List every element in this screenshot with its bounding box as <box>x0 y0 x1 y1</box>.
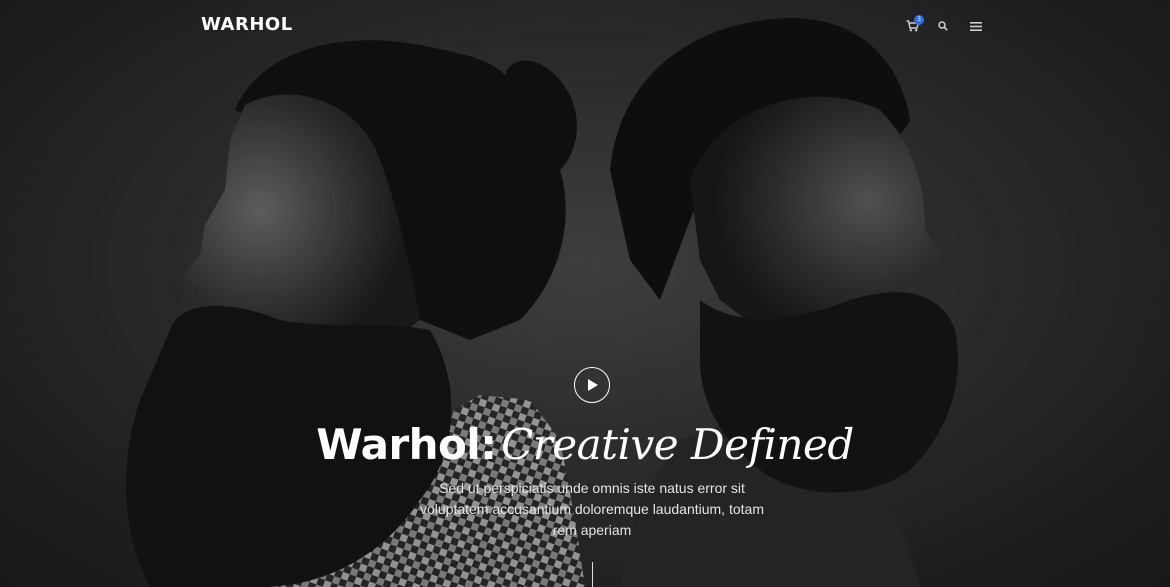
menu-button[interactable] <box>966 16 986 36</box>
cart-button[interactable]: 3 <box>902 15 924 36</box>
cart-count-badge: 3 <box>914 15 924 25</box>
hero-title-bold: Warhol: <box>316 420 497 469</box>
play-video-button[interactable] <box>574 367 610 403</box>
menu-icon <box>970 21 982 31</box>
hero-title-italic: Creative Defined <box>501 420 854 469</box>
hero-subtitle-line: rem aperiam <box>552 522 632 538</box>
hero-subtitle: Sed ut perspiciatis unde omnis iste natu… <box>400 478 784 541</box>
hero-section: WARHOL 3 Warhol: Creative Defined Sed ut… <box>0 0 1170 587</box>
site-logo[interactable]: WARHOL <box>201 14 293 35</box>
hero-subtitle-line: Sed ut perspiciatis unde omnis iste natu… <box>439 480 745 496</box>
hero-title: Warhol: Creative Defined <box>0 420 1170 469</box>
hero-subtitle-line: voluptatem accusantium doloremque laudan… <box>420 501 764 517</box>
play-icon <box>588 379 598 391</box>
scroll-indicator <box>592 562 593 587</box>
search-icon <box>938 21 948 31</box>
search-button[interactable] <box>933 16 953 36</box>
